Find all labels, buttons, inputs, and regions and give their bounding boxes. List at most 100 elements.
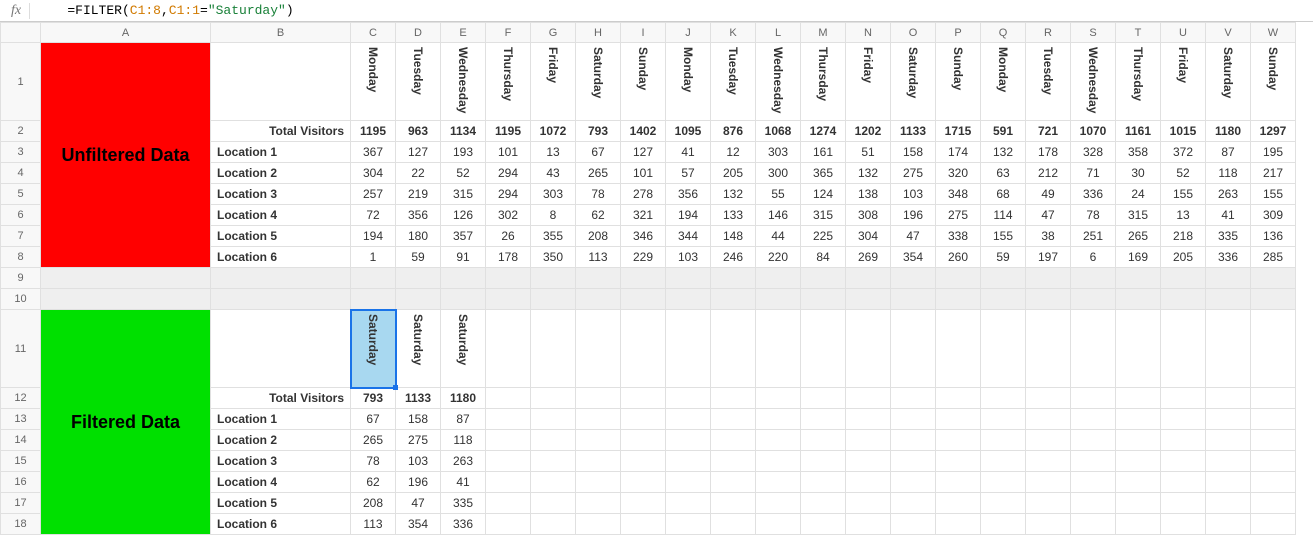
data-cell[interactable]: 358 — [1116, 142, 1161, 163]
day-header[interactable]: Thursday — [801, 43, 846, 121]
filtered-location-label[interactable]: Location 1 — [211, 409, 351, 430]
cell[interactable] — [1026, 388, 1071, 409]
cell[interactable] — [846, 472, 891, 493]
cell[interactable] — [711, 289, 756, 310]
row-header-18[interactable]: 18 — [1, 514, 41, 535]
cell[interactable] — [1026, 409, 1071, 430]
cell[interactable] — [891, 289, 936, 310]
col-header-S[interactable]: S — [1071, 23, 1116, 43]
cell[interactable] — [981, 289, 1026, 310]
cell[interactable] — [1026, 451, 1071, 472]
cell[interactable] — [801, 268, 846, 289]
cell[interactable] — [576, 493, 621, 514]
cell[interactable] — [1161, 514, 1206, 535]
cell[interactable] — [936, 310, 981, 388]
cell[interactable] — [41, 268, 211, 289]
data-cell[interactable]: 133 — [711, 205, 756, 226]
day-header[interactable]: Wednesday — [756, 43, 801, 121]
filtered-location-label[interactable]: Location 6 — [211, 514, 351, 535]
cell[interactable] — [576, 310, 621, 388]
cell[interactable] — [666, 472, 711, 493]
cell[interactable] — [621, 472, 666, 493]
cell[interactable] — [621, 310, 666, 388]
cell[interactable] — [891, 388, 936, 409]
cell[interactable] — [1251, 289, 1296, 310]
cell[interactable] — [1116, 409, 1161, 430]
col-header-O[interactable]: O — [891, 23, 936, 43]
data-cell[interactable]: 161 — [801, 142, 846, 163]
cell[interactable] — [1161, 493, 1206, 514]
total-label[interactable]: Total Visitors — [211, 121, 351, 142]
data-cell[interactable]: 300 — [756, 163, 801, 184]
cell[interactable] — [1161, 430, 1206, 451]
cell[interactable] — [891, 409, 936, 430]
data-cell[interactable]: 114 — [981, 205, 1026, 226]
total-cell[interactable]: 1134 — [441, 121, 486, 142]
data-cell[interactable]: 197 — [1026, 247, 1071, 268]
cell[interactable] — [621, 409, 666, 430]
data-cell[interactable]: 336 — [1206, 247, 1251, 268]
row-header-10[interactable]: 10 — [1, 289, 41, 310]
cell[interactable] — [211, 289, 351, 310]
cell[interactable] — [981, 451, 1026, 472]
cell[interactable] — [1251, 268, 1296, 289]
data-cell[interactable]: 303 — [756, 142, 801, 163]
cell[interactable] — [396, 268, 441, 289]
cell[interactable] — [486, 268, 531, 289]
data-cell[interactable]: 303 — [531, 184, 576, 205]
filtered-location-label[interactable]: Location 3 — [211, 451, 351, 472]
data-cell[interactable]: 30 — [1116, 163, 1161, 184]
total-cell[interactable]: 1195 — [486, 121, 531, 142]
cell[interactable] — [486, 388, 531, 409]
day-header[interactable]: Thursday — [1116, 43, 1161, 121]
row-header-9[interactable]: 9 — [1, 268, 41, 289]
cell[interactable] — [981, 430, 1026, 451]
data-cell[interactable]: 158 — [891, 142, 936, 163]
cell[interactable] — [936, 514, 981, 535]
cell[interactable] — [1251, 451, 1296, 472]
cell[interactable] — [666, 388, 711, 409]
cell[interactable] — [621, 289, 666, 310]
data-cell[interactable]: 13 — [531, 142, 576, 163]
cell[interactable] — [486, 514, 531, 535]
cell[interactable] — [1161, 310, 1206, 388]
cell[interactable] — [1026, 493, 1071, 514]
total-cell[interactable]: 1072 — [531, 121, 576, 142]
data-cell[interactable]: 124 — [801, 184, 846, 205]
data-cell[interactable]: 44 — [756, 226, 801, 247]
data-cell[interactable]: 208 — [576, 226, 621, 247]
day-header[interactable]: Friday — [846, 43, 891, 121]
cell[interactable] — [756, 472, 801, 493]
filtered-location-label[interactable]: Location 4 — [211, 472, 351, 493]
cell[interactable] — [1026, 310, 1071, 388]
data-cell[interactable]: 275 — [936, 205, 981, 226]
location-label[interactable]: Location 1 — [211, 142, 351, 163]
data-cell[interactable]: 321 — [621, 205, 666, 226]
cell[interactable] — [486, 430, 531, 451]
cell[interactable] — [1206, 493, 1251, 514]
cell[interactable] — [621, 388, 666, 409]
col-header-E[interactable]: E — [441, 23, 486, 43]
cell[interactable] — [1206, 289, 1251, 310]
data-cell[interactable]: 194 — [351, 226, 396, 247]
cell[interactable] — [936, 430, 981, 451]
day-header[interactable]: Monday — [666, 43, 711, 121]
cell[interactable] — [1251, 388, 1296, 409]
data-cell[interactable]: 38 — [1026, 226, 1071, 247]
cell[interactable] — [801, 451, 846, 472]
cell[interactable] — [1251, 409, 1296, 430]
cell[interactable] — [1251, 430, 1296, 451]
cell[interactable] — [1071, 289, 1116, 310]
filtered-data-cell[interactable]: 196 — [396, 472, 441, 493]
cell[interactable] — [531, 451, 576, 472]
data-cell[interactable]: 315 — [1116, 205, 1161, 226]
filtered-data-cell[interactable]: 118 — [441, 430, 486, 451]
cell[interactable] — [1206, 472, 1251, 493]
cell[interactable] — [576, 451, 621, 472]
filtered-total-cell[interactable]: 793 — [351, 388, 396, 409]
filtered-total-cell[interactable]: 1180 — [441, 388, 486, 409]
cell[interactable] — [1161, 268, 1206, 289]
data-cell[interactable]: 220 — [756, 247, 801, 268]
col-header-W[interactable]: W — [1251, 23, 1296, 43]
cell[interactable] — [756, 451, 801, 472]
